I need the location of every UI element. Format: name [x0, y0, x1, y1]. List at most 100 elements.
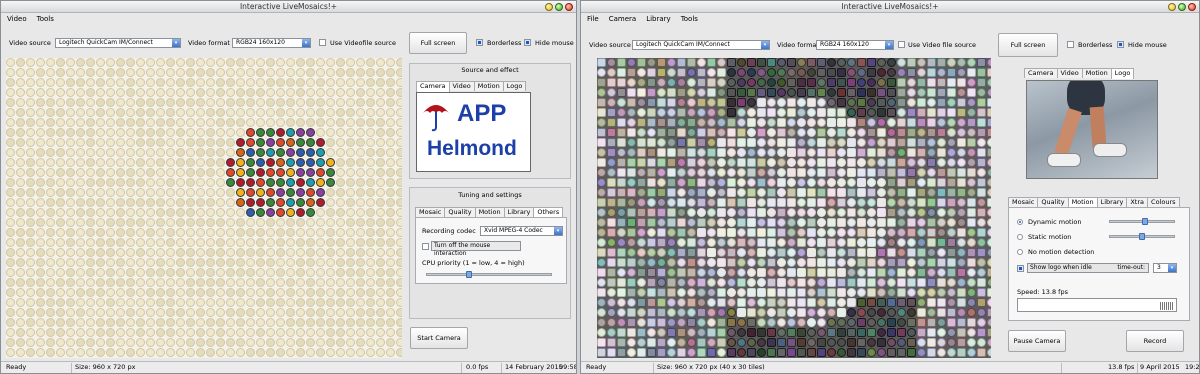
show-logo-checkbox[interactable]: [1017, 265, 1024, 272]
mosaic-tile: [807, 108, 816, 117]
mosaic-video-display[interactable]: [6, 58, 402, 358]
static-motion-radio[interactable]: [1017, 234, 1023, 240]
no-motion-radio[interactable]: [1017, 249, 1023, 255]
mosaic-tile: [817, 318, 826, 327]
mosaic-tile: [266, 128, 275, 137]
cpu-priority-slider[interactable]: [426, 271, 552, 278]
menu-video[interactable]: Video: [7, 13, 27, 25]
video-source-select[interactable]: Logitech QuickCam IM/Connect ▾: [55, 38, 181, 48]
mosaic-tile: [767, 348, 776, 357]
use-videofile-checkbox[interactable]: [319, 39, 326, 46]
slider-thumb[interactable]: [1139, 233, 1145, 240]
mosaic-tile: [226, 318, 235, 327]
mosaic-tile: [106, 58, 115, 67]
mosaic-tile: [196, 78, 205, 87]
video-format-select[interactable]: RGB24 160x120 ▾: [232, 38, 311, 48]
mosaic-video-display[interactable]: [597, 58, 991, 358]
use-videofile-checkbox[interactable]: [898, 41, 905, 48]
tab-library[interactable]: Library: [1096, 197, 1128, 207]
tab-mosaic[interactable]: Mosaic: [1008, 197, 1039, 207]
hide-mouse-checkbox[interactable]: [524, 39, 531, 46]
maximize-icon[interactable]: [1178, 3, 1186, 11]
borderless-checkbox[interactable]: [1067, 41, 1074, 48]
mosaic-tile: [947, 188, 956, 197]
mosaic-tile: [987, 78, 991, 87]
mosaic-tile: [967, 88, 976, 97]
tab-logo[interactable]: Logo: [502, 81, 527, 91]
mosaic-tile: [747, 58, 756, 67]
timeout-select[interactable]: 3 ▾: [1153, 263, 1177, 273]
mosaic-tile: [26, 278, 35, 287]
mosaic-tile: [877, 78, 886, 87]
fullscreen-button[interactable]: Full screen: [998, 33, 1058, 57]
slider-thumb[interactable]: [466, 271, 472, 278]
tab-camera[interactable]: Camera: [1024, 68, 1058, 78]
minimize-icon[interactable]: [1168, 3, 1176, 11]
tab-mosaic[interactable]: Mosaic: [415, 207, 446, 217]
tab-xtra[interactable]: Xtra: [1126, 197, 1149, 207]
tab-video[interactable]: Video: [448, 81, 475, 91]
borderless-checkbox[interactable]: [476, 39, 483, 46]
mosaic-tile: [787, 268, 796, 277]
tab-colours[interactable]: Colours: [1147, 197, 1180, 207]
slider-thumb[interactable]: [1142, 218, 1148, 225]
start-camera-button[interactable]: Start Camera: [410, 327, 468, 349]
mosaic-tile: [196, 238, 205, 247]
mosaic-tile: [857, 308, 866, 317]
mosaic-tile: [86, 248, 95, 257]
mosaic-tile: [777, 348, 786, 357]
pause-camera-button[interactable]: Pause Camera: [1008, 330, 1066, 352]
mosaic-tile: [697, 208, 706, 217]
static-motion-slider[interactable]: [1109, 233, 1175, 240]
tab-quality[interactable]: Quality: [1037, 197, 1069, 207]
mosaic-tile: [667, 128, 676, 137]
close-icon[interactable]: [1188, 3, 1196, 11]
mosaic-tile: [907, 158, 916, 167]
title-bar[interactable]: Interactive LiveMosaics!+: [581, 1, 1199, 13]
close-icon[interactable]: [565, 3, 573, 11]
tab-logo[interactable]: Logo: [1110, 68, 1135, 79]
mosaic-tile: [807, 208, 816, 217]
recording-codec-select[interactable]: Xvid MPEG-4 Codec ▾: [480, 226, 563, 236]
tab-library[interactable]: Library: [503, 207, 535, 217]
tab-motion[interactable]: Motion: [474, 207, 505, 217]
mosaic-tile: [386, 68, 395, 77]
mosaic-tile: [6, 268, 15, 277]
menu-library[interactable]: Library: [646, 13, 670, 25]
tab-motion[interactable]: Motion: [473, 81, 504, 91]
menu-tools[interactable]: Tools: [681, 13, 698, 25]
menu-file[interactable]: File: [587, 13, 599, 25]
mosaic-tile: [717, 338, 726, 347]
video-source-select[interactable]: Logitech QuickCam IM/Connect ▾: [632, 40, 770, 50]
mosaic-tile: [907, 58, 916, 67]
mosaic-tile: [256, 128, 265, 137]
dynamic-motion-radio[interactable]: [1017, 219, 1023, 225]
mosaic-tile: [296, 208, 305, 217]
tab-camera[interactable]: Camera: [416, 81, 450, 92]
dynamic-motion-slider[interactable]: [1109, 218, 1175, 225]
tab-motion[interactable]: Motion: [1081, 68, 1112, 78]
record-button[interactable]: Record: [1126, 330, 1184, 352]
menu-camera[interactable]: Camera: [609, 13, 636, 25]
mosaic-tile: [196, 268, 205, 277]
mosaic-tile: [757, 168, 766, 177]
fullscreen-button[interactable]: Full screen: [409, 32, 467, 54]
tab-video[interactable]: Video: [1056, 68, 1083, 78]
mosaic-tile: [186, 278, 195, 287]
maximize-icon[interactable]: [555, 3, 563, 11]
turn-off-mouse-checkbox[interactable]: [422, 243, 429, 250]
mosaic-tile: [96, 148, 105, 157]
mosaic-tile: [967, 228, 976, 237]
mosaic-tile: [246, 108, 255, 117]
mosaic-tile: [246, 268, 255, 277]
menu-tools[interactable]: Tools: [37, 13, 54, 25]
tab-quality[interactable]: Quality: [444, 207, 476, 217]
mosaic-tile: [56, 128, 65, 137]
video-format-select[interactable]: RGB24 160x120 ▾: [816, 40, 894, 50]
minimize-icon[interactable]: [545, 3, 553, 11]
hide-mouse-checkbox[interactable]: [1117, 41, 1124, 48]
mosaic-tile: [907, 128, 916, 137]
title-bar[interactable]: Interactive LiveMosaics!+: [1, 1, 576, 13]
mosaic-tile: [356, 288, 365, 297]
mosaic-tile: [717, 288, 726, 297]
